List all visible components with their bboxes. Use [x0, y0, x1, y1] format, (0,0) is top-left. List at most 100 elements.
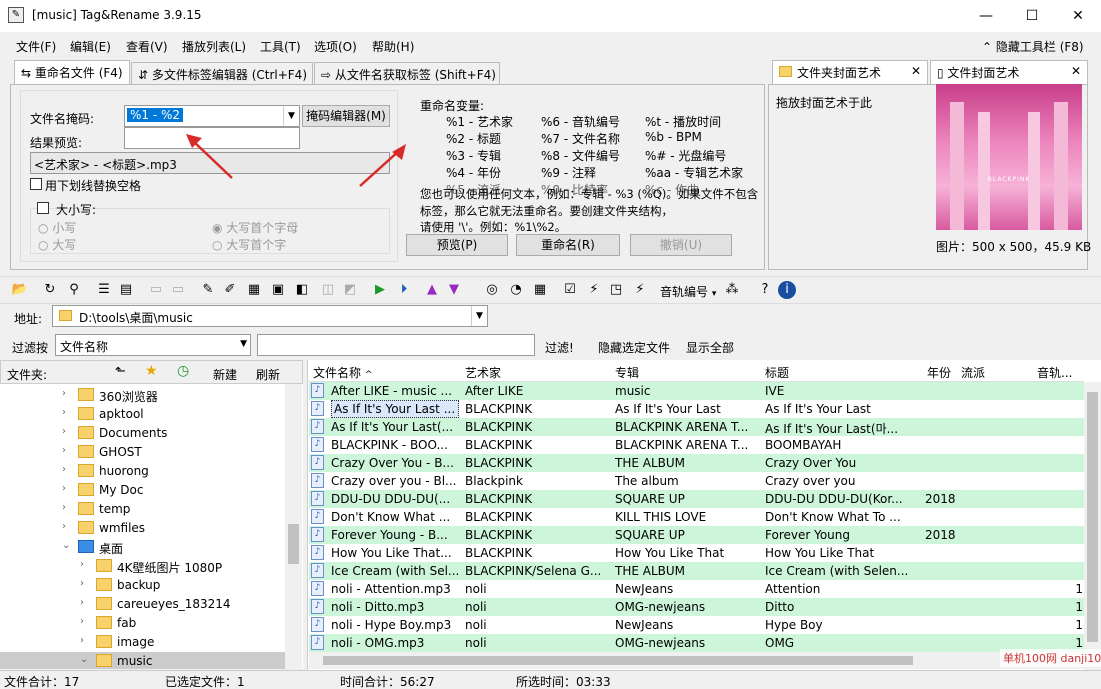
search-icon[interactable]: ⚲ — [64, 280, 84, 300]
folder-tree-item[interactable]: › temp — [0, 500, 300, 519]
table-row[interactable]: ♪ Ice Cream (with Sel... BLACKPINK/Selena … — [309, 562, 1084, 580]
expand-arrow-icon[interactable]: › — [62, 464, 74, 475]
col-album[interactable]: 专辑 — [615, 364, 639, 381]
flash-icon[interactable]: ⚡ — [630, 280, 650, 300]
cut-icon[interactable]: ◩ — [340, 280, 360, 300]
folder-tree-item[interactable]: › apktool — [0, 405, 300, 424]
col-title[interactable]: 标题 — [765, 364, 789, 381]
magic-icon[interactable]: ⁂ — [722, 280, 742, 300]
expand-arrow-icon[interactable]: › — [62, 502, 74, 513]
menu-playlist[interactable]: 播放列表(L) — [182, 38, 246, 55]
scrollbar-thumb[interactable] — [323, 656, 913, 665]
expand-arrow-icon[interactable]: › — [80, 597, 92, 608]
close-button[interactable]: ✕ — [1055, 0, 1101, 32]
preview-button[interactable]: 预览(P) — [406, 234, 508, 256]
expand-arrow-icon[interactable]: › — [62, 407, 74, 418]
play-selected-icon[interactable]: ⏵ — [394, 280, 414, 300]
folder-tree-item[interactable]: › Documents — [0, 424, 300, 443]
table-row[interactable]: ♪ noli - Hype Boy.mp3 noli NewJeans Hype Boy… — [309, 616, 1084, 634]
menu-file[interactable]: 文件(F) — [16, 38, 56, 55]
new-folder-button[interactable]: 新建 — [213, 366, 237, 383]
table-row[interactable]: ♪ After LIKE - music ... After LIKE music IV… — [309, 382, 1084, 400]
copy-icon[interactable]: ◧ — [292, 280, 312, 300]
file-list-hscrollbar[interactable] — [309, 652, 1084, 669]
info-icon[interactable]: i — [778, 281, 796, 299]
address-combo[interactable]: D:\tools\桌面\music ▼ — [52, 305, 488, 327]
folder-tree-item[interactable]: › 360浏览器 — [0, 386, 300, 405]
col-track[interactable]: 音轨... — [1037, 364, 1072, 381]
edit-tag-icon[interactable]: ▦ — [244, 280, 264, 300]
check-icon[interactable]: ☑ — [560, 280, 580, 300]
paste-icon[interactable]: ◫ — [318, 280, 338, 300]
list-view-icon[interactable]: ▤ — [116, 280, 136, 300]
play-icon[interactable]: ▶ — [370, 280, 390, 300]
scrollbar-thumb[interactable] — [288, 524, 299, 564]
star-icon[interactable]: ★ — [145, 363, 158, 379]
table-row[interactable]: ♪ Crazy over you - Bl... Blackpink The albu… — [309, 472, 1084, 490]
chevron-down-icon[interactable]: ▼ — [471, 306, 487, 326]
pen-icon[interactable]: ✎ — [198, 280, 218, 300]
expand-arrow-icon[interactable]: › — [80, 635, 92, 646]
folder-tree-item[interactable]: › backup — [0, 576, 300, 595]
triangle-up-icon[interactable]: ▲ — [422, 280, 442, 300]
menu-view[interactable]: 查看(V) — [126, 38, 168, 55]
filter-input[interactable] — [257, 334, 535, 356]
table-row[interactable]: ♪ Forever Young - B... BLACKPINK SQUARE UP F… — [309, 526, 1084, 544]
hide-selected-button[interactable]: 隐藏选定文件 — [598, 339, 670, 356]
window-icon[interactable]: ◳ — [606, 280, 626, 300]
show-all-button[interactable]: 显示全部 — [686, 339, 734, 356]
radio-capitalize-first-letter[interactable]: ◉ 大写首个字母 — [212, 219, 298, 236]
underscore-checkbox[interactable] — [30, 178, 42, 190]
col-genre[interactable]: 流派 — [961, 364, 985, 381]
table-row[interactable]: ♪ noli - OMG.mp3 noli OMG-newjeans OMG 1 — [309, 634, 1084, 652]
triangle-down-icon[interactable]: ▼ — [444, 280, 464, 300]
table-row[interactable]: ♪ noli - Ditto.mp3 noli OMG-newjeans Ditto 1 — [309, 598, 1084, 616]
folder-tree-item[interactable]: › huorong — [0, 462, 300, 481]
tab-file-art[interactable]: ▯ 文件封面艺术 ✕ — [930, 60, 1088, 85]
folder-tree-item[interactable]: › GHOST — [0, 443, 300, 462]
table-row[interactable]: ♪ As If It's Your Last ... BLACKPINK As If … — [309, 400, 1084, 418]
expand-arrow-icon[interactable]: › — [80, 578, 92, 589]
folder-up-icon[interactable]: ⬑ — [115, 364, 126, 379]
tab-from-filename[interactable]: ⇨ 从文件名获取标签 (Shift+F4) — [314, 62, 500, 84]
folder-tree-item[interactable]: › 4K壁纸图片 1080P — [0, 557, 300, 576]
menu-tools[interactable]: 工具(T) — [260, 38, 301, 55]
close-icon[interactable]: ✕ — [911, 64, 921, 78]
table-row[interactable]: ♪ noli - Attention.mp3 noli NewJeans Attenti… — [309, 580, 1084, 598]
col-filename[interactable]: 文件名称 ^ — [313, 364, 372, 381]
folder-tree-item[interactable]: ⌄ music — [0, 652, 300, 669]
case-checkbox[interactable] — [37, 202, 49, 214]
minimize-button[interactable]: — — [963, 0, 1009, 32]
table-row[interactable]: ♪ BLACKPINK - BOO... BLACKPINK BLACKPINK AR… — [309, 436, 1084, 454]
file-list-scrollbar[interactable] — [1084, 382, 1101, 670]
menu-edit[interactable]: 编辑(E) — [70, 38, 111, 55]
refresh-folders-button[interactable]: 刷新 — [256, 366, 280, 383]
tab-folder-art[interactable]: 文件夹封面艺术 ✕ — [772, 60, 928, 85]
folder-tree-item[interactable]: › fab — [0, 614, 300, 633]
open-folder-icon[interactable]: 📂 — [10, 280, 30, 300]
folder-up-icon[interactable]: ▭ — [146, 280, 166, 300]
folder-tree-scrollbar[interactable] — [285, 384, 302, 669]
expand-arrow-icon[interactable]: › — [80, 616, 92, 627]
scrollbar-thumb[interactable] — [1087, 392, 1098, 642]
undo-button[interactable]: 撤销(U) — [630, 234, 732, 256]
radio-uppercase[interactable]: ○ 大写 — [38, 236, 76, 253]
refresh-icon[interactable]: ↻ — [40, 280, 60, 300]
tab-rename[interactable]: ⇆ 重命名文件 (F4) — [14, 60, 130, 85]
col-year[interactable]: 年份 — [927, 364, 951, 381]
table-row[interactable]: ♪ As If It's Your Last(... BLACKPINK BLACKP… — [309, 418, 1084, 436]
expand-arrow-icon[interactable]: › — [62, 521, 74, 532]
radio-lowercase[interactable]: ○ 小写 — [38, 219, 76, 236]
expand-arrow-icon[interactable]: › — [80, 559, 92, 570]
expand-arrow-icon[interactable]: › — [62, 483, 74, 494]
cd-icon[interactable]: ◎ — [482, 280, 502, 300]
pie-icon[interactable]: ◔ — [506, 280, 526, 300]
table-row[interactable]: ♪ How You Like That... BLACKPINK How You Li… — [309, 544, 1084, 562]
help-icon[interactable]: ? — [755, 280, 775, 300]
history-icon[interactable]: ◷ — [177, 363, 189, 379]
folder-tree-item[interactable]: ⌄ 桌面 — [0, 538, 300, 557]
expand-arrow-icon[interactable]: ⌄ — [80, 654, 92, 665]
filter-field-combo[interactable]: 文件名称 ▼ — [55, 334, 251, 356]
calendar-icon[interactable]: ▦ — [530, 280, 550, 300]
radio-capitalize-first-word[interactable]: ○ 大写首个字 — [212, 236, 286, 253]
